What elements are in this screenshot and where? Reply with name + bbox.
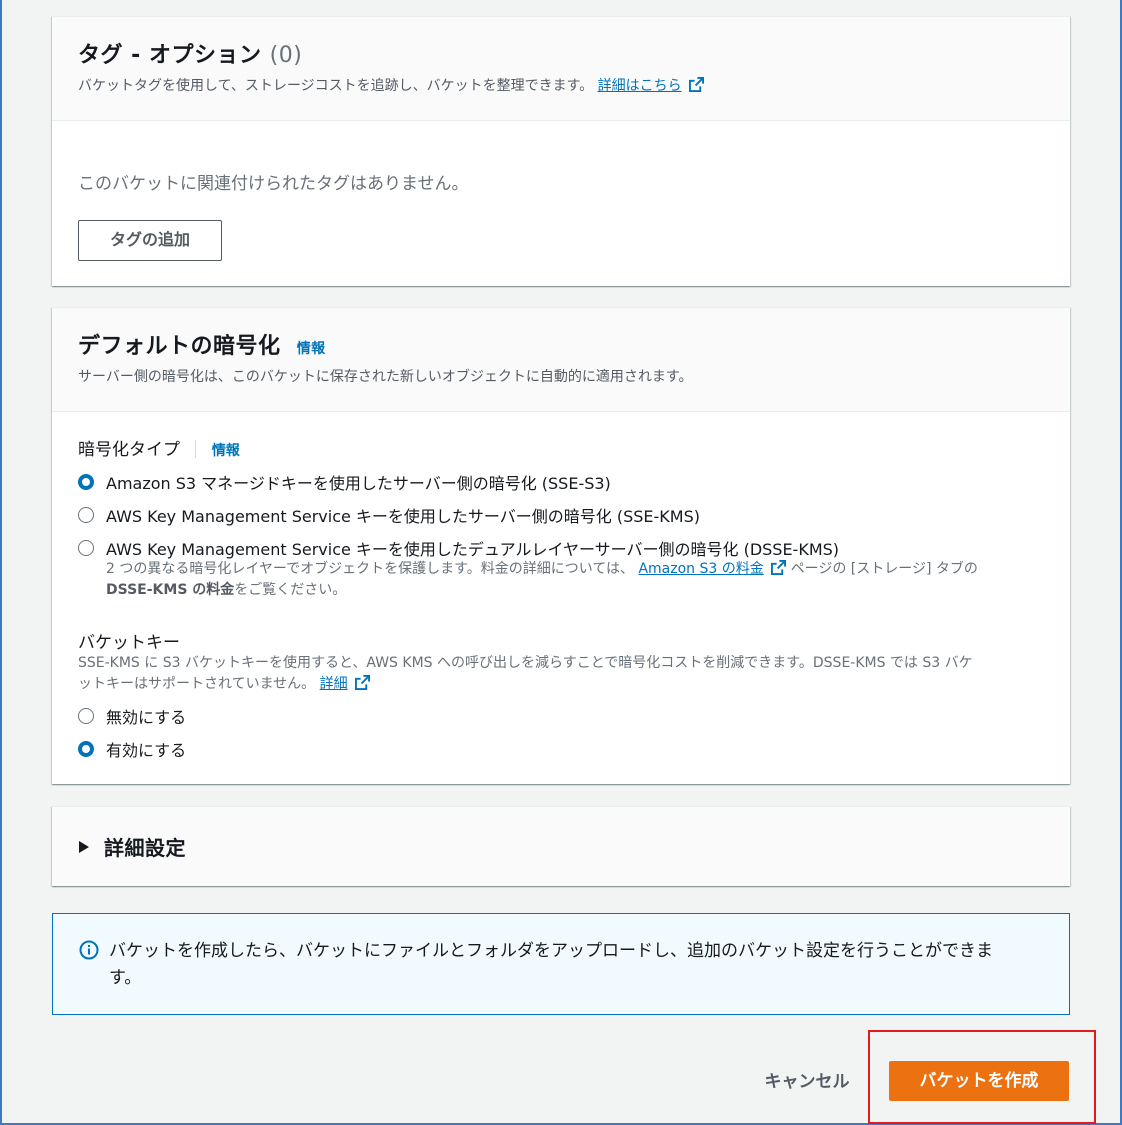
bucket-key-desc-1: SSE-KMS に S3 バケットキーを使用すると、AWS KMS への呼び出し… bbox=[78, 655, 973, 671]
info-alert: バケットを作成したら、バケットにファイルとフォルダをアップロードし、追加のバケッ… bbox=[52, 913, 1070, 1015]
tags-panel-header: タグ - オプション (0) バケットタグを使用して、ストレージコストを追跡し、… bbox=[52, 17, 1070, 121]
radio-unchecked-icon[interactable] bbox=[78, 708, 94, 724]
encryption-panel: デフォルトの暗号化 情報 サーバー側の暗号化は、このバケットに保存された新しいオ… bbox=[52, 307, 1070, 784]
dsse-desc-4: をご覧ください。 bbox=[234, 582, 347, 598]
radio-dsse-kms[interactable]: AWS Key Management Service キーを使用したデュアルレイ… bbox=[78, 536, 839, 560]
encryption-title: デフォルトの暗号化 情報 bbox=[78, 328, 1044, 360]
divider bbox=[195, 440, 197, 458]
encryption-panel-header: デフォルトの暗号化 情報 サーバー側の暗号化は、このバケットに保存された新しいオ… bbox=[52, 308, 1070, 412]
encryption-type-label-text: 暗号化タイプ bbox=[78, 440, 180, 460]
radio-sse-kms-label: AWS Key Management Service キーを使用したサーバー側の… bbox=[106, 507, 700, 526]
tags-title-text: タグ - オプション bbox=[78, 43, 262, 68]
tags-description: バケットタグを使用して、ストレージコストを追跡し、バケットを整理できます。 詳細… bbox=[78, 75, 1044, 95]
bucket-key-description: SSE-KMS に S3 バケットキーを使用すると、AWS KMS への呼び出し… bbox=[78, 653, 1048, 695]
radio-bucket-key-disable[interactable]: 無効にする bbox=[78, 704, 186, 728]
dsse-desc-1: 2 つの異なる暗号化レイヤーでオブジェクトを保護します。料金の詳細については、 bbox=[106, 561, 634, 577]
encryption-type-info-link[interactable]: 情報 bbox=[212, 443, 240, 459]
radio-bucket-key-enable[interactable]: 有効にする bbox=[78, 737, 186, 761]
radio-disable-label: 無効にする bbox=[106, 708, 187, 727]
advanced-settings-panel[interactable]: 詳細設定 bbox=[52, 806, 1070, 886]
external-link-icon[interactable] bbox=[355, 675, 371, 690]
radio-sse-s3-label: Amazon S3 マネージドキーを使用したサーバー側の暗号化 (SSE-S3) bbox=[106, 474, 611, 493]
tags-learn-more-link[interactable]: 詳細はこちら bbox=[598, 78, 682, 94]
radio-unchecked-icon[interactable] bbox=[78, 507, 94, 523]
tags-description-text: バケットタグを使用して、ストレージコストを追跡し、バケットを整理できます。 bbox=[78, 78, 594, 94]
radio-checked-icon[interactable] bbox=[78, 474, 94, 490]
external-link-icon[interactable] bbox=[771, 560, 787, 575]
external-link-icon[interactable] bbox=[689, 77, 705, 92]
info-icon bbox=[79, 940, 99, 960]
cancel-button[interactable]: キャンセル bbox=[752, 1064, 862, 1100]
info-alert-line1: バケットを作成したら、バケットにファイルとフォルダをアップロードし、追加のバケッ… bbox=[109, 941, 993, 961]
dsse-desc-2: ページの [ストレージ] タブの bbox=[790, 561, 978, 577]
bucket-key-label: バケットキー bbox=[78, 633, 180, 653]
tags-count: (0) bbox=[269, 43, 303, 68]
radio-unchecked-icon[interactable] bbox=[78, 540, 94, 556]
caret-right-icon[interactable] bbox=[78, 840, 90, 854]
radio-enable-label: 有効にする bbox=[106, 741, 187, 760]
add-tag-button[interactable]: タグの追加 bbox=[78, 220, 222, 261]
radio-checked-icon[interactable] bbox=[78, 741, 94, 757]
tags-empty-text: このバケットに関連付けられたタグはありません。 bbox=[78, 174, 469, 194]
dsse-description: 2 つの異なる暗号化レイヤーでオブジェクトを保護します。料金の詳細については、 … bbox=[106, 559, 1056, 601]
s3-pricing-link[interactable]: Amazon S3 の料金 bbox=[638, 561, 763, 577]
bucket-key-details-link[interactable]: 詳細 bbox=[320, 676, 348, 692]
encryption-title-text: デフォルトの暗号化 bbox=[78, 334, 281, 359]
info-alert-line2: す。 bbox=[109, 968, 142, 988]
radio-sse-s3[interactable]: Amazon S3 マネージドキーを使用したサーバー側の暗号化 (SSE-S3) bbox=[78, 470, 611, 494]
info-alert-text: バケットを作成したら、バケットにファイルとフォルダをアップロードし、追加のバケッ… bbox=[109, 938, 1054, 992]
dsse-desc-3: DSSE-KMS の料金 bbox=[106, 582, 235, 598]
advanced-settings-toggle[interactable]: 詳細設定 bbox=[78, 832, 186, 861]
bucket-key-desc-2: ットキーはサポートされていません。 bbox=[78, 676, 316, 692]
encryption-type-label: 暗号化タイプ 情報 bbox=[78, 435, 240, 460]
radio-sse-kms[interactable]: AWS Key Management Service キーを使用したサーバー側の… bbox=[78, 503, 700, 527]
advanced-settings-title: 詳細設定 bbox=[104, 836, 186, 860]
radio-dsse-kms-label: AWS Key Management Service キーを使用したデュアルレイ… bbox=[106, 540, 840, 559]
encryption-info-link[interactable]: 情報 bbox=[297, 341, 326, 357]
tags-panel: タグ - オプション (0) バケットタグを使用して、ストレージコストを追跡し、… bbox=[52, 16, 1070, 286]
highlight-box bbox=[868, 1030, 1096, 1124]
encryption-description: サーバー側の暗号化は、このバケットに保存された新しいオブジェクトに自動的に適用さ… bbox=[78, 369, 693, 385]
tags-title: タグ - オプション (0) bbox=[78, 37, 1044, 69]
